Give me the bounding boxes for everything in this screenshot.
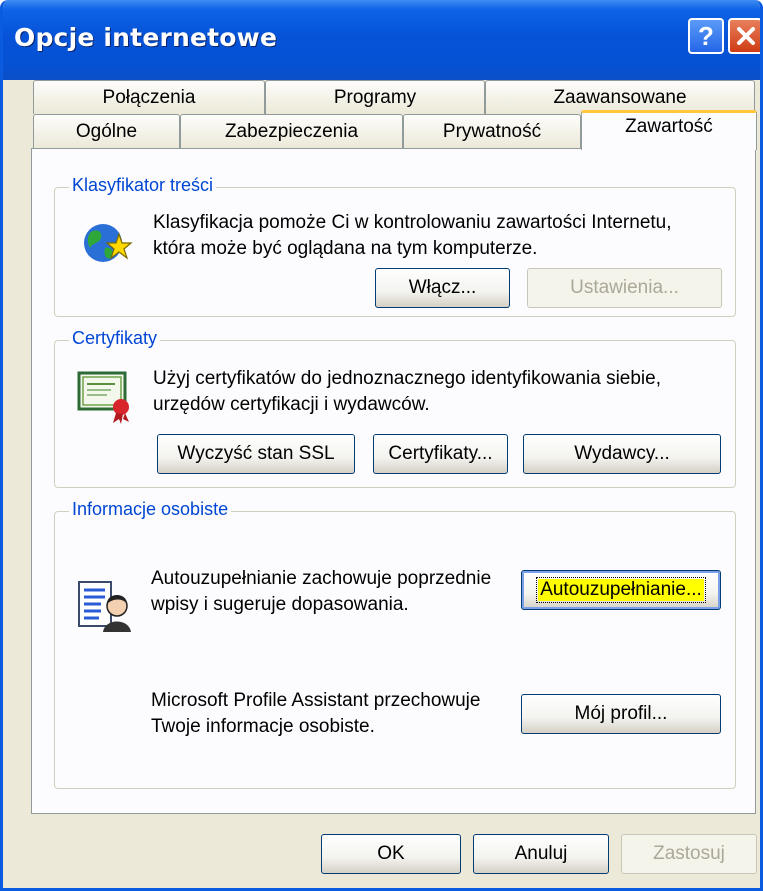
tab-label: Programy <box>333 86 417 108</box>
content-tab-panel: Klasyfikator treści Klasyfikacja pomoże … <box>31 148 756 814</box>
help-button[interactable]: ? <box>688 18 724 54</box>
ok-button-label: OK <box>377 843 405 864</box>
settings-button[interactable]: Ustawienia... <box>527 268 722 308</box>
certificates-description-line2: urzędów certyfikacji i wydawców. <box>153 394 430 415</box>
publishers-button[interactable]: Wydawcy... <box>523 434 721 474</box>
group-title: Informacje osobiste <box>69 499 232 520</box>
tab-advanced[interactable]: Zaawansowane <box>485 80 755 114</box>
clear-ssl-state-button-label: Wyczyść stan SSL <box>177 443 335 464</box>
apply-button-label: Zastosuj <box>653 843 725 864</box>
content-advisor-description-line1: Klasyfikacja pomoże Ci w kontrolowaniu z… <box>153 212 672 233</box>
tab-label: Ogólne <box>75 120 138 142</box>
window-title: Opcje internetowe <box>14 23 278 52</box>
tab-programs[interactable]: Programy <box>265 80 485 114</box>
settings-button-label: Ustawienia... <box>570 277 679 298</box>
clear-ssl-state-button[interactable]: Wyczyść stan SSL <box>157 434 355 474</box>
tab-privacy[interactable]: Prywatność <box>403 114 581 148</box>
tab-label: Zabezpieczenia <box>224 120 359 142</box>
group-title: Certyfikaty <box>69 328 161 349</box>
autocomplete-button-label: Autouzupełnianie... <box>536 577 706 603</box>
autocomplete-description-line2: wpisy i sugeruje dopasowania. <box>151 594 409 615</box>
cancel-button-label: Anuluj <box>514 843 568 864</box>
autocomplete-description-line1: Autouzupełnianie zachowuje poprzednie <box>151 568 492 589</box>
tab-general[interactable]: Ogólne <box>33 114 180 148</box>
profile-card-icon <box>78 581 131 632</box>
personal-information-group: Informacje osobiste Autouzupełnianie zac… <box>54 499 736 789</box>
tab-connections[interactable]: Połączenia <box>33 80 265 114</box>
tab-security[interactable]: Zabezpieczenia <box>180 114 403 148</box>
tab-label: Zawartość <box>625 116 713 137</box>
autocomplete-button[interactable]: Autouzupełnianie... <box>521 570 721 610</box>
ok-button[interactable]: OK <box>321 834 461 874</box>
enable-button[interactable]: Włącz... <box>375 268 510 308</box>
enable-button-label: Włącz... <box>408 277 477 298</box>
group-title: Klasyfikator treści <box>69 175 217 196</box>
options-dialog: Opcje internetowe ? Połączenia Programy … <box>0 0 763 891</box>
title-bar[interactable]: Opcje internetowe ? <box>3 0 760 80</box>
close-button[interactable] <box>728 18 760 54</box>
globe-star-icon <box>84 224 133 262</box>
publishers-button-label: Wydawcy... <box>574 443 670 464</box>
tab-label: Zaawansowane <box>553 86 687 108</box>
tab-label: Prywatność <box>442 120 542 142</box>
certificates-button[interactable]: Certyfikaty... <box>373 434 508 474</box>
help-icon: ? <box>698 20 714 51</box>
my-profile-button-label: Mój profil... <box>574 703 668 724</box>
content-advisor-description-line2: która może być oglądana na tym komputerz… <box>153 238 538 259</box>
certificates-group: Certyfikaty Użyj certyfikatów do jednozn… <box>54 328 736 488</box>
profile-description-line1: Microsoft Profile Assistant przechowuje <box>151 690 481 711</box>
content-advisor-group: Klasyfikator treści Klasyfikacja pomoże … <box>54 175 736 317</box>
my-profile-button[interactable]: Mój profil... <box>521 694 721 734</box>
tab-label: Połączenia <box>102 86 196 108</box>
certificate-icon <box>77 371 129 424</box>
tab-content[interactable]: Zawartość <box>581 110 757 150</box>
profile-description-line2: Twoje informacje osobiste. <box>151 716 375 737</box>
close-icon <box>737 27 755 45</box>
cancel-button[interactable]: Anuluj <box>473 834 609 874</box>
apply-button[interactable]: Zastosuj <box>621 834 757 874</box>
certificates-description-line1: Użyj certyfikatów do jednoznacznego iden… <box>153 368 661 389</box>
certificates-button-label: Certyfikaty... <box>388 443 493 464</box>
